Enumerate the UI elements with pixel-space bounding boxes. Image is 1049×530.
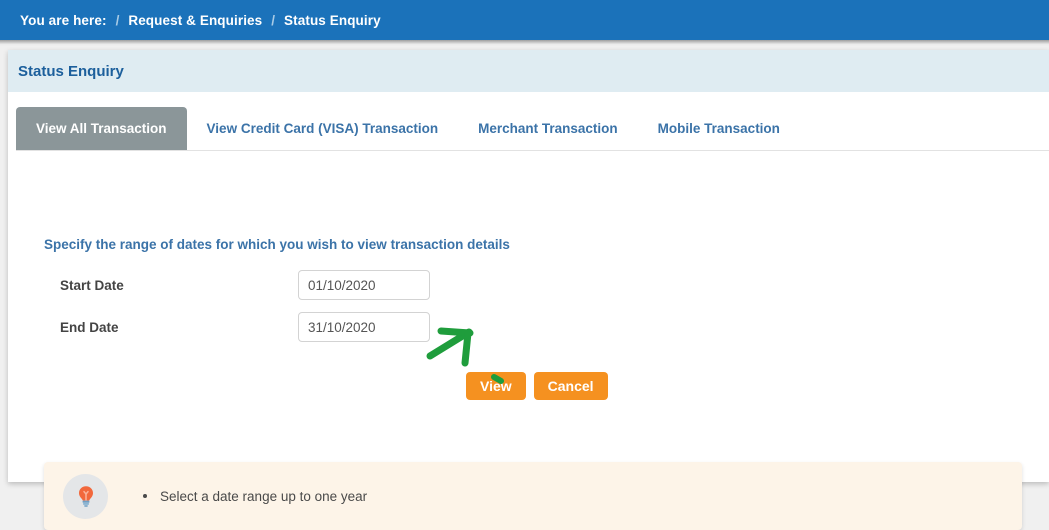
page-title-band: Status Enquiry [8, 50, 1049, 92]
tab-view-all-transaction[interactable]: View All Transaction [16, 107, 187, 150]
view-button[interactable]: View [466, 372, 526, 400]
tab-label: View All Transaction [36, 121, 167, 136]
tab-view-credit-card-visa-transaction[interactable]: View Credit Card (VISA) Transaction [187, 107, 459, 150]
end-date-label: End Date [60, 319, 119, 335]
header-shadow [0, 40, 1049, 46]
page-title: Status Enquiry [18, 62, 124, 80]
content-card: Status Enquiry View All Transaction View… [8, 50, 1049, 530]
tab-label: Merchant Transaction [478, 121, 618, 136]
tip-text: Select a date range up to one year [160, 488, 368, 504]
breadcrumb-item-status-enquiry[interactable]: Status Enquiry [284, 13, 381, 28]
bullet-icon [143, 494, 147, 498]
cancel-button[interactable]: Cancel [533, 372, 608, 400]
breadcrumb-item-request-enquiries[interactable]: Request & Enquiries [128, 13, 262, 28]
start-date-row: Start Date [8, 270, 430, 300]
tip-box: Select a date range up to one year [44, 462, 1022, 530]
breadcrumb-separator: / [271, 12, 276, 28]
form-instruction: Specify the range of dates for which you… [44, 237, 510, 252]
breadcrumb-prefix: You are here: [20, 12, 107, 28]
start-date-input[interactable] [298, 270, 430, 300]
form-actions: View Cancel [8, 372, 1049, 400]
tab-merchant-transaction[interactable]: Merchant Transaction [458, 107, 638, 150]
tab-underline [16, 150, 1049, 151]
lightbulb-icon [63, 473, 108, 519]
end-date-row: End Date [8, 312, 430, 342]
tip-text-row: Select a date range up to one year [143, 489, 367, 504]
breadcrumb-separator: / [115, 12, 120, 28]
tab-label: View Credit Card (VISA) Transaction [206, 121, 439, 136]
start-date-label: Start Date [60, 277, 124, 293]
tab-bar: View All Transaction View Credit Card (V… [8, 107, 1049, 150]
breadcrumb-bar: You are here: / Request & Enquiries / St… [0, 0, 1049, 40]
tab-label: Mobile Transaction [657, 121, 780, 136]
end-date-input[interactable] [298, 312, 430, 342]
tab-mobile-transaction[interactable]: Mobile Transaction [638, 107, 800, 150]
